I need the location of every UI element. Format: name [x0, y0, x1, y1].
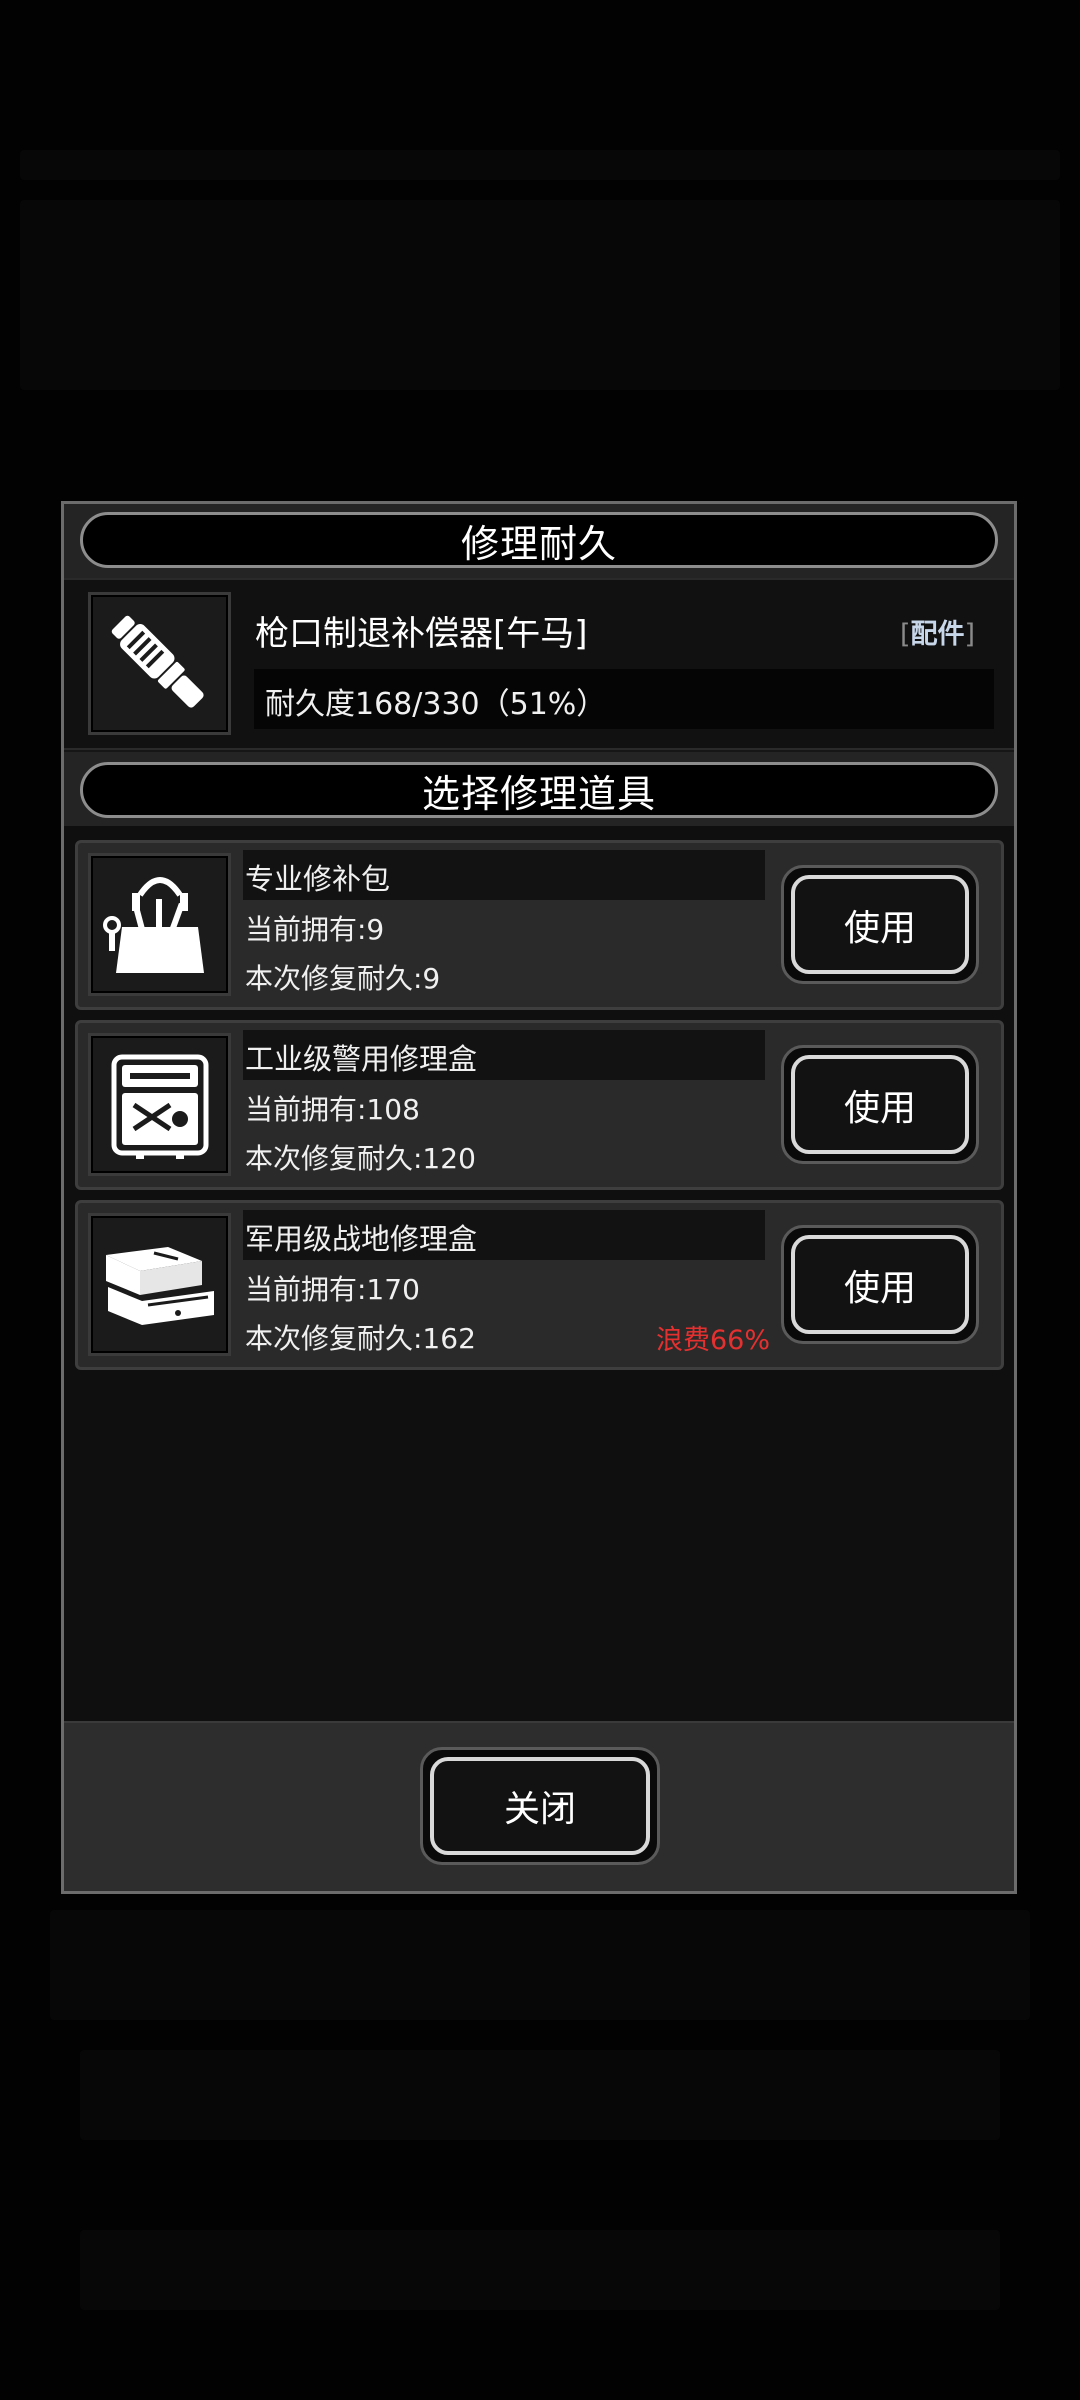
item-icon-frame — [88, 1213, 231, 1356]
equipment-category-tag: [配件] — [900, 612, 975, 651]
item-icon-frame — [88, 853, 231, 996]
repair-kit-bag-icon — [102, 876, 204, 973]
equipment-icon-frame — [88, 592, 231, 735]
tag-text: 配件 — [910, 619, 965, 650]
background-shadow — [50, 1910, 1030, 2020]
durability-text: 耐久度168/330（51%） — [265, 687, 607, 722]
item-owned-count: 当前拥有:108 — [245, 1093, 420, 1126]
close-button[interactable]: 关闭 — [420, 1747, 660, 1865]
tag-bracket-close: ] — [964, 619, 976, 650]
use-button-label[interactable]: 使用 — [791, 1235, 969, 1334]
dialog-title: 修理耐久 — [80, 512, 998, 568]
item-name: 工业级警用修理盒 — [245, 1042, 478, 1076]
background-shadow — [80, 2230, 1000, 2310]
background-shadow — [80, 2050, 1000, 2140]
tool-case-icon — [111, 1054, 208, 1159]
use-button[interactable]: 使用 — [781, 1225, 979, 1344]
close-button-label[interactable]: 关闭 — [430, 1757, 650, 1855]
item-repair-amount: 本次修复耐久:9 — [245, 962, 441, 995]
waste-warning: 浪费66% — [656, 1325, 771, 1356]
tools-section-title: 选择修理道具 — [80, 762, 998, 818]
use-button-label[interactable]: 使用 — [791, 875, 969, 974]
item-repair-amount: 本次修复耐久:162 — [245, 1322, 476, 1355]
tag-bracket-open: [ — [900, 619, 911, 650]
item-name: 军用级战地修理盒 — [245, 1222, 478, 1256]
use-button-label[interactable]: 使用 — [791, 1055, 969, 1154]
item-name: 专业修补包 — [245, 862, 391, 896]
background-shadow — [20, 200, 1060, 390]
use-button[interactable]: 使用 — [781, 865, 979, 984]
use-button[interactable]: 使用 — [781, 1045, 979, 1164]
item-icon-frame — [88, 1033, 231, 1176]
item-owned-count: 当前拥有:9 — [245, 913, 385, 946]
equipment-name: 枪口制退补偿器[午马] — [255, 614, 588, 654]
item-repair-amount: 本次修复耐久:120 — [245, 1142, 476, 1175]
item-owned-count: 当前拥有:170 — [245, 1273, 420, 1306]
muzzle-brake-icon — [111, 615, 204, 708]
background-shadow — [20, 150, 1060, 180]
toolbox-icon — [105, 1246, 214, 1325]
